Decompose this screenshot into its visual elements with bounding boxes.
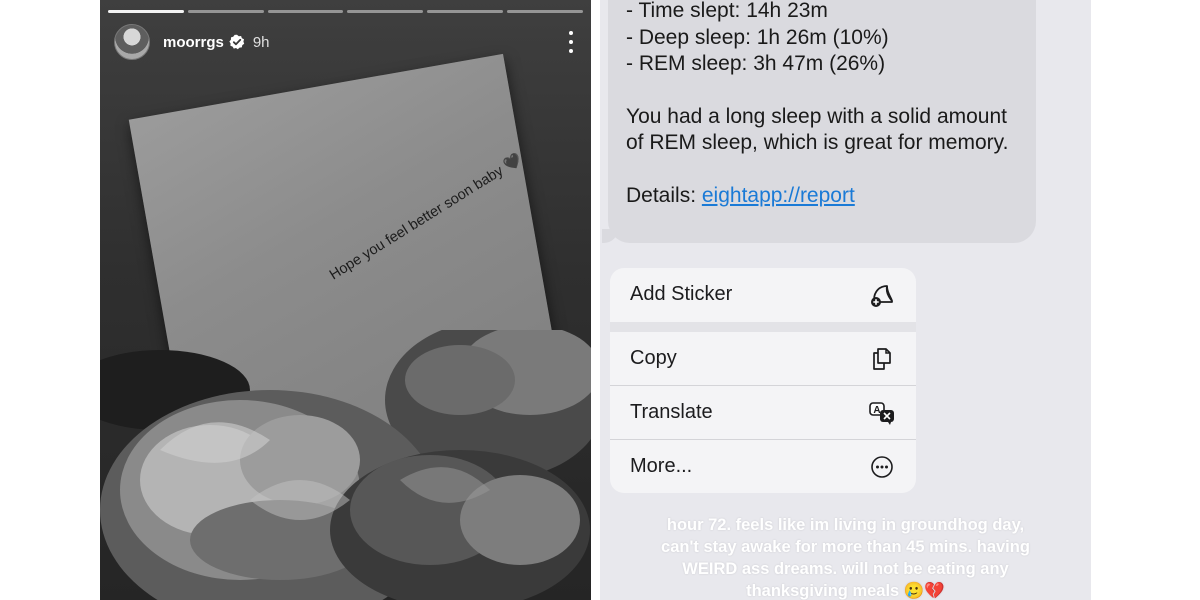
progress-segment (108, 10, 184, 13)
story-caption: hour 72. feels like im living in groundh… (661, 516, 1030, 600)
message-bubble[interactable]: - Time slept: 14h 23m - Deep sleep: 1h 2… (602, 0, 1036, 243)
username[interactable]: moorrgs (163, 34, 224, 51)
svg-text:A: A (873, 405, 880, 416)
avatar[interactable] (114, 24, 150, 60)
menu-item-more[interactable]: More... (610, 440, 916, 493)
menu-divider (610, 439, 916, 440)
menu-item-label: Translate (630, 401, 713, 423)
progress-segment (347, 10, 424, 13)
deep-sleep-line: - Deep sleep: 1h 26m (10%) (626, 25, 889, 49)
details-line: Details: eightapp://report (626, 183, 1018, 210)
menu-item-label: Add Sticker (630, 283, 733, 305)
more-options-icon[interactable] (565, 31, 577, 53)
details-label: Details: (626, 183, 702, 207)
context-menu: Add Sticker Copy Translate A More... (610, 268, 916, 493)
menu-item-add-sticker[interactable]: Add Sticker (610, 268, 916, 321)
menu-item-label: More... (630, 455, 693, 477)
translate-icon: A (869, 401, 894, 425)
story-viewer[interactable]: moorrgs 9h Hope you feel better soon bab… (100, 0, 591, 600)
card-message: Hope you feel better soon baby 🖤 (326, 151, 525, 284)
menu-divider (610, 385, 916, 386)
post-time: 9h (252, 33, 270, 51)
message-screen: - Time slept: 14h 23m - Deep sleep: 1h 2… (600, 0, 1091, 600)
report-link[interactable]: eightapp://report (702, 184, 855, 207)
progress-segment (267, 10, 344, 13)
menu-item-label: Copy (630, 347, 677, 369)
peony-flowers-image (100, 330, 591, 600)
story-header: moorrgs 9h (114, 22, 577, 62)
sleep-summary: You had a long sleep with a solid amount… (626, 104, 1009, 155)
copy-icon (873, 347, 891, 370)
story-progress-bar (108, 10, 583, 13)
menu-item-copy[interactable]: Copy (610, 332, 916, 385)
sleep-time-line: - Time slept: 14h 23m (626, 0, 828, 22)
progress-segment (427, 10, 504, 13)
progress-segment (187, 10, 264, 13)
menu-section-divider (610, 322, 916, 332)
rem-sleep-line: - REM sleep: 3h 47m (26%) (626, 52, 886, 75)
verified-badge-icon (229, 34, 245, 50)
progress-segment (507, 10, 583, 13)
ellipsis-circle-icon (871, 455, 893, 478)
sticker-add-icon (871, 284, 893, 307)
menu-item-translate[interactable]: Translate A (610, 386, 916, 439)
